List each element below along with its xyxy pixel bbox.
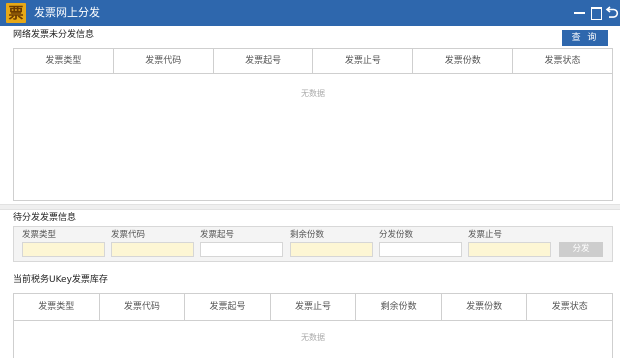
- column-header[interactable]: 发票类型: [14, 49, 114, 73]
- distribute-count-field[interactable]: [379, 242, 462, 257]
- column-header[interactable]: 发票起号: [185, 294, 271, 320]
- window-title: 发票网上分发: [34, 6, 100, 19]
- section-title-ukey-inventory: 当前税务UKey发票库存: [13, 275, 108, 285]
- column-header[interactable]: 发票状态: [527, 294, 612, 320]
- section-divider: [0, 204, 620, 210]
- field-label-invoice-code: 发票代码: [111, 230, 146, 240]
- section-title-undistributed: 网络发票未分发信息: [13, 30, 95, 40]
- field-label-start-number: 发票起号: [200, 230, 235, 240]
- empty-state-text: 无数据: [301, 89, 325, 98]
- field-label-invoice-type: 发票类型: [22, 230, 57, 240]
- empty-state-text: 无数据: [301, 333, 325, 342]
- back-icon[interactable]: [604, 4, 620, 20]
- end-number-field[interactable]: [468, 242, 551, 257]
- title-bar: 票 发票网上分发: [0, 0, 620, 26]
- start-number-field[interactable]: [200, 242, 283, 257]
- column-header[interactable]: 发票状态: [513, 49, 612, 73]
- remaining-count-field[interactable]: [290, 242, 373, 257]
- column-header[interactable]: 剩余份数: [356, 294, 442, 320]
- query-button[interactable]: 查 询: [562, 30, 608, 46]
- invoice-code-field[interactable]: [111, 242, 194, 257]
- field-label-remaining-count: 剩余份数: [290, 230, 325, 240]
- minimize-icon[interactable]: [572, 4, 588, 20]
- table-header: 发票类型 发票代码 发票起号 发票止号 剩余份数 发票份数 发票状态: [14, 294, 612, 321]
- maximize-icon[interactable]: [588, 4, 604, 20]
- column-header[interactable]: 发票代码: [114, 49, 214, 73]
- column-header[interactable]: 发票份数: [413, 49, 514, 73]
- distribution-form: 发票类型 发票代码 发票起号 剩余份数 分发份数 发票止号 分发: [13, 226, 613, 262]
- column-header[interactable]: 发票类型: [14, 294, 100, 320]
- undistributed-table: 发票类型 发票代码 发票起号 发票止号 发票份数 发票状态 无数据: [13, 48, 613, 201]
- column-header[interactable]: 发票止号: [271, 294, 357, 320]
- field-label-end-number: 发票止号: [468, 230, 503, 240]
- section-title-pending: 待分发发票信息: [13, 213, 77, 223]
- invoice-type-field[interactable]: [22, 242, 105, 257]
- column-header[interactable]: 发票起号: [214, 49, 314, 73]
- invoice-app-icon: 票: [6, 3, 26, 23]
- ukey-inventory-table: 发票类型 发票代码 发票起号 发票止号 剩余份数 发票份数 发票状态 无数据: [13, 293, 613, 358]
- field-label-distribute-count: 分发份数: [379, 230, 414, 240]
- table-header: 发票类型 发票代码 发票起号 发票止号 发票份数 发票状态: [14, 49, 612, 74]
- column-header[interactable]: 发票代码: [100, 294, 186, 320]
- distribute-button[interactable]: 分发: [559, 242, 603, 257]
- column-header[interactable]: 发票份数: [442, 294, 528, 320]
- column-header[interactable]: 发票止号: [313, 49, 414, 73]
